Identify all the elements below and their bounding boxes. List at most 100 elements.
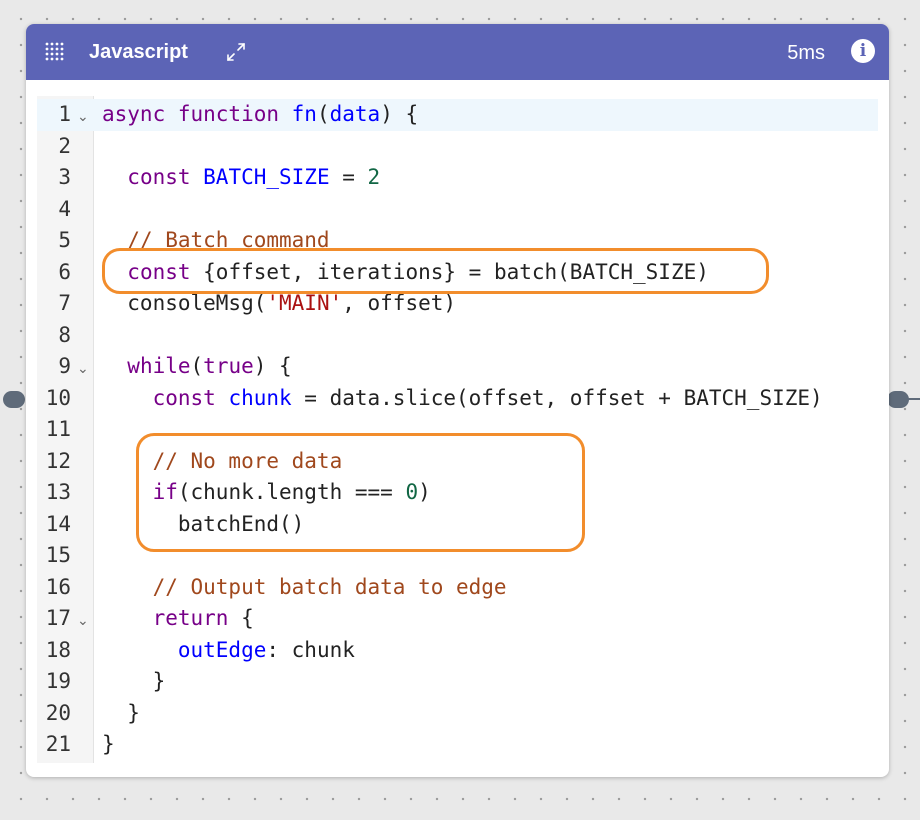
code-text[interactable]: if(chunk.length === 0) — [102, 477, 431, 509]
code-token: 2 — [367, 165, 381, 189]
code-line[interactable]: 1 ⌄ async function fn(data) { — [37, 99, 878, 131]
code-line[interactable]: 9 ⌄ while(true) { — [37, 351, 878, 383]
code-token: } — [102, 669, 166, 693]
javascript-node[interactable]: Javascript 5ms i 1 ⌄ async function fn(dat… — [26, 24, 889, 777]
line-number: 5 — [58, 228, 71, 252]
code-line[interactable]: 18 outEdge: chunk — [37, 635, 878, 667]
code-line[interactable]: 11 — [37, 414, 878, 446]
code-line[interactable]: 4 — [37, 194, 878, 226]
code-text[interactable]: // Batch command — [102, 225, 330, 257]
code-text[interactable]: const {offset, iterations} = batch(BATCH… — [102, 257, 709, 289]
code-line[interactable]: 5 // Batch command — [37, 225, 878, 257]
code-token: ) { — [253, 354, 292, 378]
code-token: ) — [418, 480, 431, 504]
code-token: 0 — [405, 480, 419, 504]
line-number: 12 — [45, 448, 71, 473]
line-number: 2 — [58, 133, 71, 158]
code-text[interactable]: // No more data — [102, 446, 343, 478]
code-token: ( — [190, 354, 204, 378]
line-number: 6 — [58, 259, 71, 284]
code-token: const — [127, 165, 204, 189]
code-line[interactable]: 2 — [37, 131, 878, 163]
code-text[interactable]: const chunk = data.slice(offset, offset … — [102, 383, 823, 415]
code-token: = — [329, 165, 368, 189]
code-text[interactable]: } — [102, 666, 166, 698]
code-token: BATCH_SIZE — [203, 165, 330, 189]
code-line[interactable]: 13 if(chunk.length === 0) — [37, 477, 878, 509]
code-line[interactable]: 7 consoleMsg('MAIN', offset) — [37, 288, 878, 320]
output-edge-line — [905, 398, 920, 400]
code-token: if — [152, 480, 178, 504]
code-text[interactable]: while(true) { — [102, 351, 292, 383]
code-text[interactable]: batchEnd() — [102, 509, 304, 541]
code-token: } — [102, 732, 115, 756]
code-line[interactable]: 6 const {offset, iterations} = batch(BAT… — [37, 257, 878, 289]
code-line[interactable]: 14 batchEnd() — [37, 509, 878, 541]
line-number: 9 — [58, 354, 71, 378]
node-header[interactable]: Javascript 5ms i — [26, 24, 889, 80]
node-title: Javascript — [89, 41, 188, 63]
line-number: 17 — [45, 606, 71, 630]
info-icon[interactable]: i — [851, 39, 875, 63]
code-line[interactable]: 15 — [37, 540, 878, 572]
code-line[interactable]: 12 // No more data — [37, 446, 878, 478]
line-number: 7 — [58, 291, 71, 315]
input-port-connector[interactable] — [3, 391, 25, 408]
code-token: // No more data — [102, 448, 343, 473]
code-token: : chunk — [266, 637, 355, 662]
code-text[interactable]: async function fn(data) { — [102, 99, 418, 131]
code-token: async function — [102, 102, 292, 126]
line-number: 18 — [45, 637, 71, 662]
line-number: 1 — [58, 102, 71, 126]
code-token: ( — [316, 102, 330, 126]
line-number: 19 — [45, 669, 71, 693]
code-editor[interactable]: 1 ⌄ async function fn(data) {2 3 const BATC… — [37, 96, 878, 763]
code-token: true — [203, 354, 254, 378]
code-token: const — [152, 385, 229, 410]
code-line[interactable]: 21} — [37, 729, 878, 761]
line-number: 3 — [58, 165, 71, 189]
code-token: 'MAIN' — [266, 291, 343, 315]
fold-chevron-icon[interactable]: ⌄ — [77, 354, 89, 386]
fold-chevron-icon[interactable]: ⌄ — [77, 606, 89, 638]
fold-chevron-icon[interactable]: ⌄ — [77, 102, 89, 134]
code-line[interactable]: 20 } — [37, 698, 878, 730]
line-number: 11 — [45, 417, 71, 441]
code-text[interactable]: } — [102, 698, 140, 730]
code-line[interactable]: 3 const BATCH_SIZE = 2 — [37, 162, 878, 194]
code-token: // Batch command — [102, 228, 330, 252]
code-line[interactable]: 8 — [37, 320, 878, 352]
code-token: = data.slice(offset, offset + BATCH_SIZE… — [291, 385, 823, 410]
line-number: 8 — [58, 322, 71, 347]
code-line[interactable]: 17 ⌄ return { — [37, 603, 878, 635]
code-token: return — [152, 606, 229, 630]
line-number: 15 — [45, 543, 71, 567]
code-token: // Output batch data to edge — [102, 574, 507, 599]
code-token: chunk — [228, 385, 292, 410]
code-token: const — [127, 259, 204, 284]
code-token: batchEnd() — [102, 511, 305, 536]
code-text[interactable]: return { — [102, 603, 254, 635]
code-text[interactable]: } — [102, 729, 115, 761]
code-text[interactable]: outEdge: chunk — [102, 635, 355, 667]
drag-handle-icon[interactable] — [44, 41, 66, 63]
expand-icon[interactable] — [224, 40, 248, 64]
code-text[interactable]: consoleMsg('MAIN', offset) — [102, 288, 456, 320]
execution-time: 5ms — [787, 42, 825, 64]
code-line[interactable]: 10 const chunk = data.slice(offset, offs… — [37, 383, 878, 415]
code-token: ) { — [380, 102, 419, 126]
line-number: 20 — [45, 700, 71, 725]
line-number: 16 — [45, 574, 71, 599]
code-text[interactable]: // Output batch data to edge — [102, 572, 507, 604]
line-number: 21 — [45, 732, 71, 756]
code-token: consoleMsg( — [102, 291, 267, 315]
code-line[interactable]: 16 // Output batch data to edge — [37, 572, 878, 604]
code-line[interactable]: 19 } — [37, 666, 878, 698]
code-text[interactable]: const BATCH_SIZE = 2 — [102, 162, 380, 194]
